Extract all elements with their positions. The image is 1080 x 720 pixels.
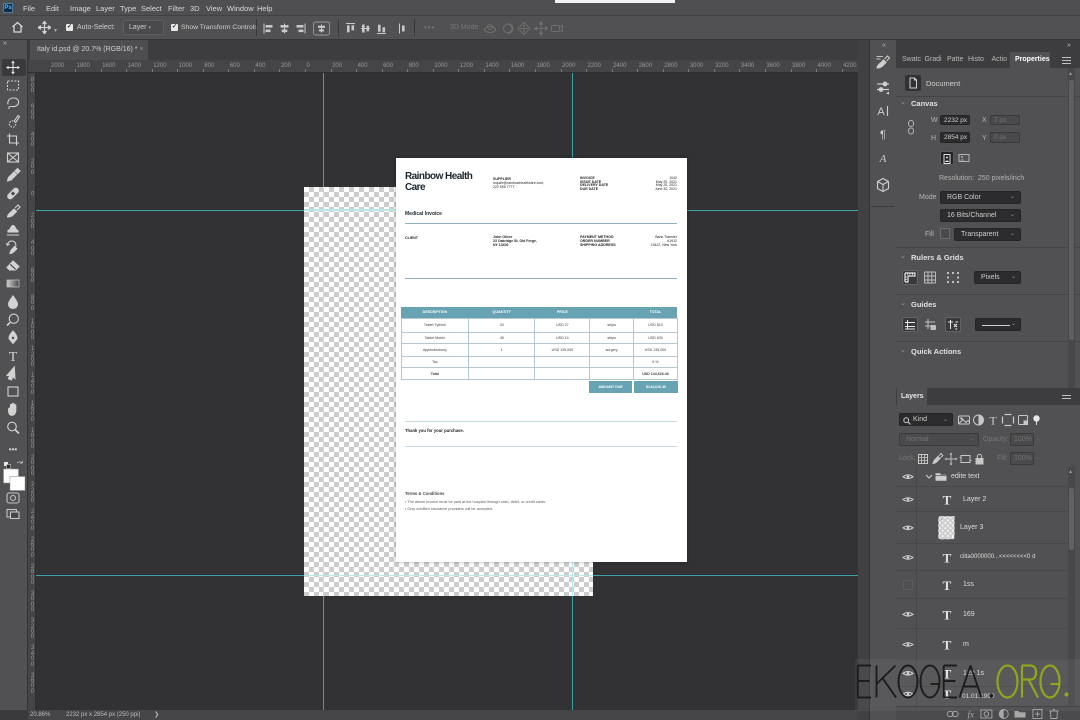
svg-text:T: T — [943, 551, 952, 566]
svg-text:T: T — [943, 493, 952, 508]
svg-text:fx: fx — [968, 710, 975, 720]
svg-text:T: T — [943, 578, 952, 593]
svg-text:•••: ••• — [9, 445, 18, 454]
svg-text:T: T — [9, 350, 18, 365]
svg-text:T: T — [943, 638, 952, 653]
svg-text:A: A — [877, 106, 885, 118]
svg-text:T: T — [989, 414, 997, 428]
svg-text:¶: ¶ — [880, 129, 886, 141]
svg-text:A: A — [879, 153, 887, 165]
svg-text:T: T — [943, 607, 952, 622]
